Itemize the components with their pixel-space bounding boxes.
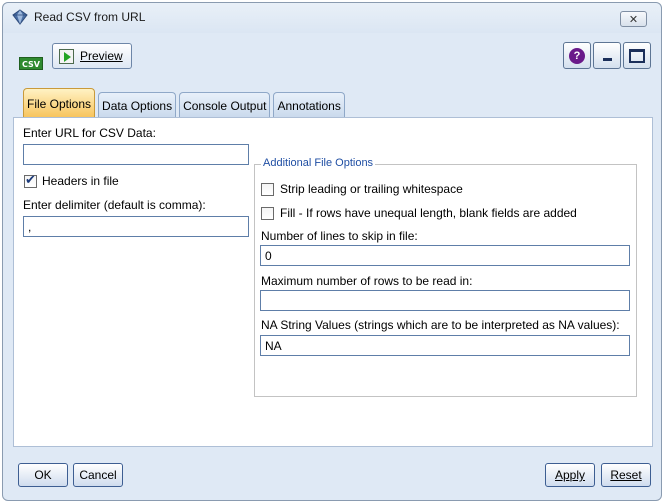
reset-button[interactable]: Reset: [601, 463, 651, 487]
tab-console-output[interactable]: Console Output: [179, 92, 271, 118]
preview-button[interactable]: Preview: [52, 43, 132, 69]
apply-button[interactable]: Apply: [545, 463, 595, 487]
strip-whitespace-checkbox[interactable]: [261, 183, 274, 196]
help-button[interactable]: ?: [563, 42, 591, 69]
cancel-button[interactable]: Cancel: [73, 463, 123, 487]
csv-node-icon: CSV: [19, 57, 43, 70]
delimiter-input[interactable]: [23, 216, 249, 237]
tab-annotations[interactable]: Annotations: [273, 92, 345, 118]
fill-label: Fill - If rows have unequal length, blan…: [280, 206, 577, 220]
tab-file-options[interactable]: File Options: [23, 88, 96, 118]
close-icon: ✕: [628, 13, 639, 26]
na-strings-input[interactable]: [260, 335, 630, 356]
additional-options-group: Additional File Options Strip leading or…: [254, 157, 637, 397]
minimize-button[interactable]: [593, 42, 621, 69]
toolbar: CSV Preview ?: [9, 33, 655, 77]
url-label: Enter URL for CSV Data:: [23, 126, 156, 140]
play-icon: [59, 48, 74, 64]
maximize-button[interactable]: [623, 42, 651, 69]
app-gem-icon: [12, 9, 28, 25]
na-strings-label: NA String Values (strings which are to b…: [261, 318, 620, 332]
headers-label: Headers in file: [42, 174, 119, 188]
maximize-icon: [629, 48, 645, 63]
tab-strip: File Options Data Options Console Output…: [23, 88, 348, 118]
fill-checkbox[interactable]: [261, 207, 274, 220]
group-title: Additional File Options: [261, 157, 376, 169]
dialog-window: Read CSV from URL ✕ CSV Preview ? File O…: [2, 2, 662, 501]
close-button[interactable]: ✕: [620, 11, 647, 27]
minimize-icon: [602, 58, 612, 61]
headers-checkbox[interactable]: [24, 173, 37, 188]
ok-button[interactable]: OK: [18, 463, 68, 487]
url-input[interactable]: [23, 144, 249, 165]
preview-label: Preview: [80, 49, 123, 63]
title-bar[interactable]: Read CSV from URL ✕: [3, 3, 661, 33]
delimiter-label: Enter delimiter (default is comma):: [23, 198, 206, 212]
skip-lines-label: Number of lines to skip in file:: [261, 229, 418, 243]
tab-data-options[interactable]: Data Options: [98, 92, 177, 118]
dialog-body: CSV Preview ? File Options Data Options: [9, 33, 655, 495]
strip-whitespace-label: Strip leading or trailing whitespace: [280, 182, 463, 196]
max-rows-input[interactable]: [260, 290, 630, 311]
max-rows-label: Maximum number of rows to be read in:: [261, 274, 473, 288]
skip-lines-input[interactable]: [260, 245, 630, 266]
file-options-panel: Enter URL for CSV Data: Headers in file …: [13, 117, 653, 447]
help-icon: ?: [569, 47, 585, 64]
window-controls: ?: [563, 42, 651, 69]
window-title: Read CSV from URL: [34, 10, 146, 24]
